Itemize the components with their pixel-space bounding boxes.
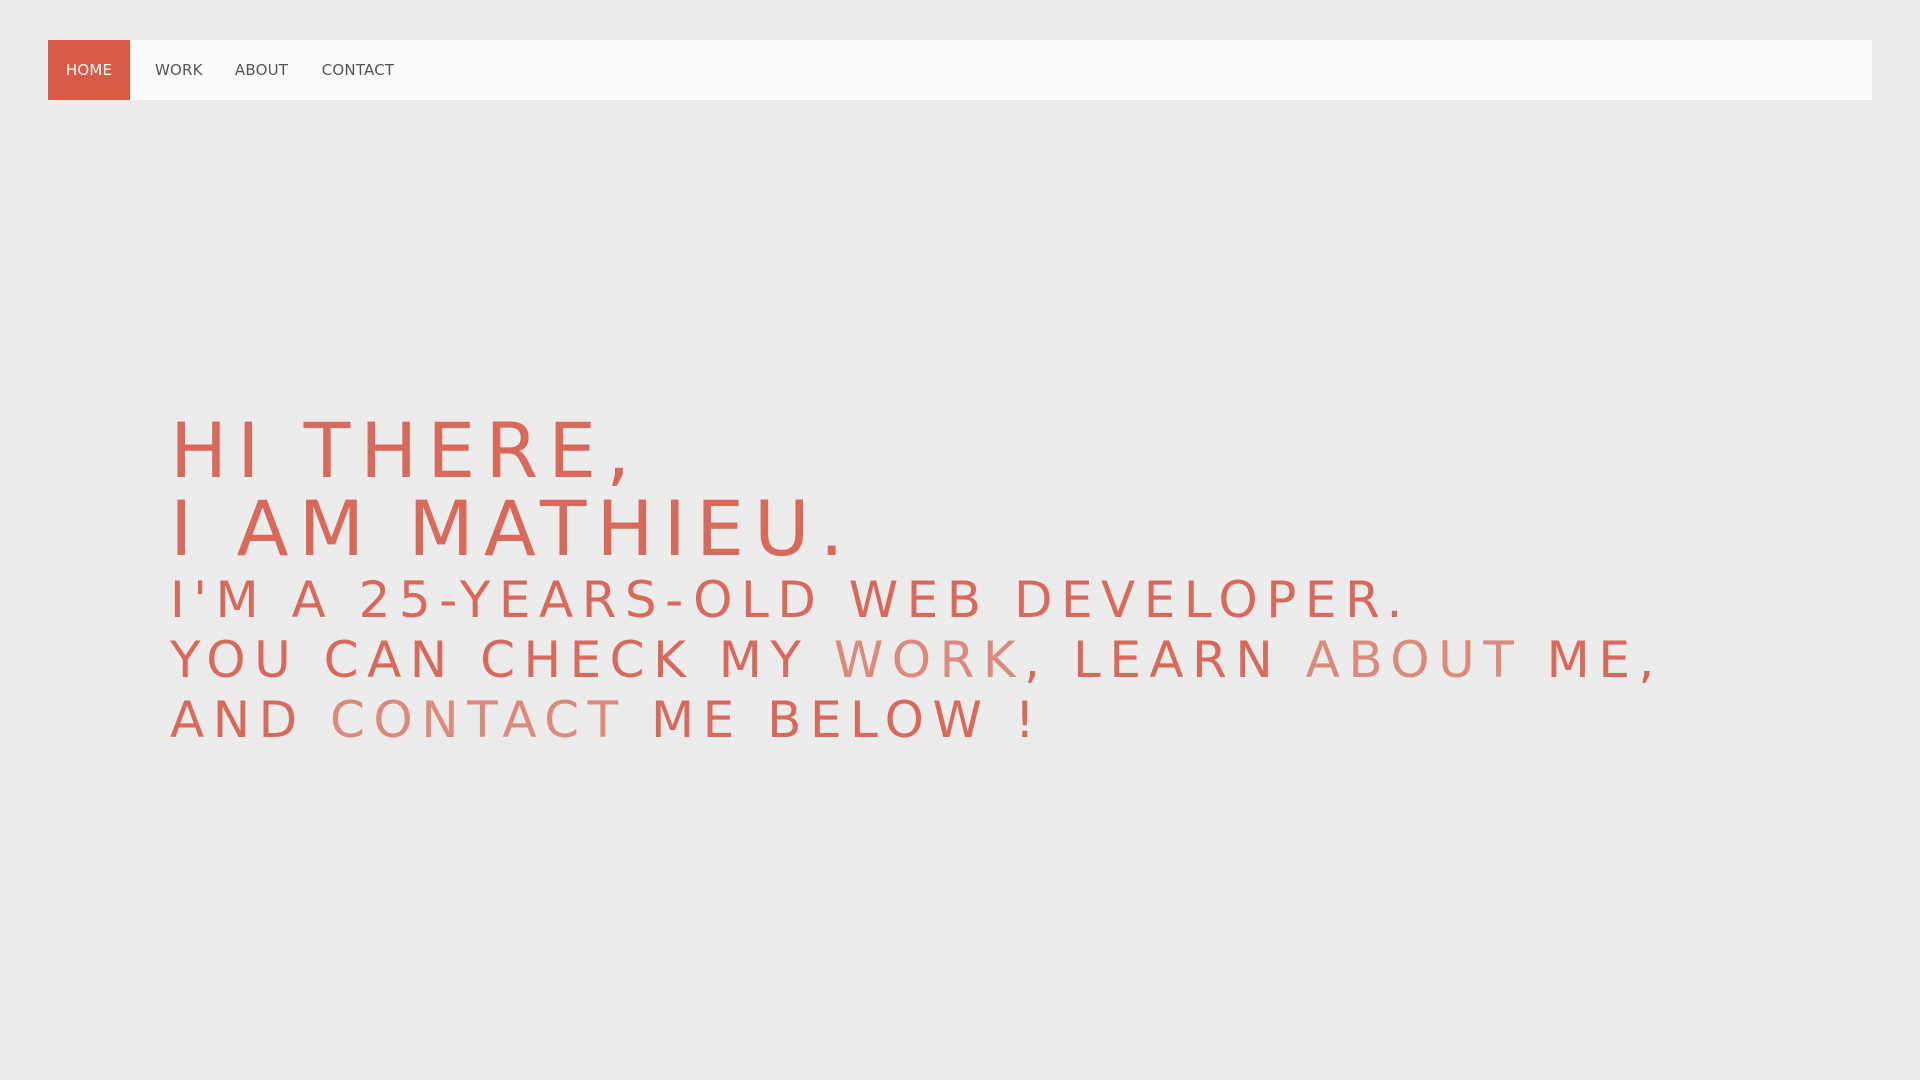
hero-greeting: HI THERE, bbox=[170, 406, 641, 495]
hero-work-link[interactable]: WORK bbox=[834, 631, 1024, 689]
hero-links-line: YOU CAN CHECK MY WORK, LEARN ABOUT ME, bbox=[170, 630, 1663, 690]
hero-text: , LEARN bbox=[1024, 631, 1306, 689]
hero-contact-link[interactable]: CONTACT bbox=[330, 691, 627, 749]
hero-about-link[interactable]: ABOUT bbox=[1306, 631, 1523, 689]
hero-text: ME BELOW ! bbox=[626, 691, 1044, 749]
hero-text: YOU CAN CHECK MY bbox=[170, 631, 834, 689]
nav-about-link[interactable]: ABOUT bbox=[214, 40, 309, 100]
hero-text: ME, bbox=[1522, 631, 1663, 689]
hero-text: AND bbox=[170, 691, 331, 749]
hero-contact-line: AND CONTACT ME BELOW ! bbox=[170, 690, 1663, 750]
hero-name: I AM MATHIEU. bbox=[170, 484, 854, 573]
top-navbar: HOME WORK ABOUT CONTACT bbox=[48, 40, 1872, 100]
hero-description: I'M A 25-YEARS-OLD WEB DEVELOPER. bbox=[170, 571, 1411, 629]
nav-home-link[interactable]: HOME bbox=[48, 40, 130, 100]
nav-work-link[interactable]: WORK bbox=[130, 40, 214, 100]
nav-contact-link[interactable]: CONTACT bbox=[309, 40, 407, 100]
hero-intro: HI THERE, I AM MATHIEU. I'M A 25-YEARS-O… bbox=[170, 412, 1663, 750]
